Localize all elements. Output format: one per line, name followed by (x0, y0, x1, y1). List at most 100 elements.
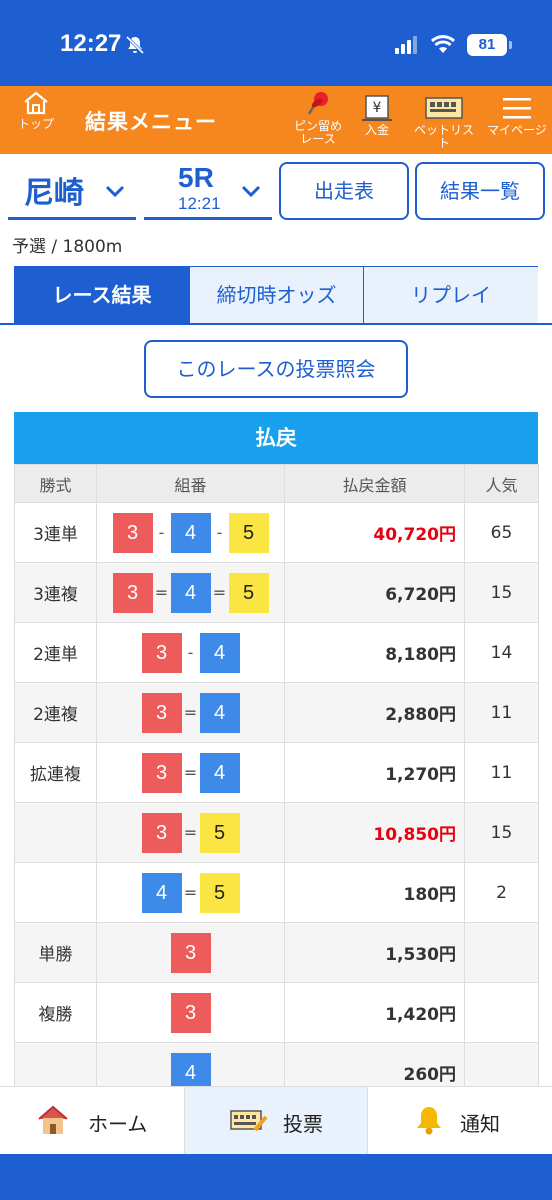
popularity: 11 (464, 742, 539, 803)
race-selector[interactable]: 5R 12:21 (144, 162, 272, 220)
boat-number-badge: 4 (199, 752, 240, 793)
column-header: 勝式 (14, 464, 97, 503)
mypage-label: マイページ (487, 123, 547, 137)
boat-number-badge: 3 (141, 752, 182, 793)
bet-type: 2連単 (14, 622, 97, 683)
combination: 3 = 4 (96, 742, 285, 803)
tab-race-result[interactable]: レース結果 (15, 267, 189, 324)
nav-vote[interactable]: 投票 (184, 1087, 368, 1155)
boat-number-badge: 3 (170, 932, 211, 973)
boat-number-badge: 3 (141, 812, 182, 853)
payout-title: 払戻 (14, 412, 538, 464)
popularity: 2 (464, 862, 539, 923)
popularity: 14 (464, 622, 539, 683)
boat-number-badge: 4 (199, 692, 240, 733)
column-header: 人気 (464, 464, 539, 503)
bottom-nav: ホーム 投票 通知 (0, 1086, 552, 1155)
nav-notify-label: 通知 (460, 1112, 500, 1136)
betlist-button[interactable]: ベットリスト (410, 94, 478, 150)
payout-amount: 1,420円 (284, 982, 465, 1043)
bet-type: 2連複 (14, 682, 97, 743)
payout-amount: 1,530円 (284, 922, 465, 983)
deposit-button[interactable]: ¥ 入金 (358, 94, 396, 137)
table-row: 単勝 3 1,530円 (14, 922, 539, 983)
betlist-label: ベットリスト (413, 123, 474, 150)
combination: 3 = 5 (96, 802, 285, 863)
house-icon (38, 1105, 68, 1134)
tab-replay[interactable]: リプレイ (364, 267, 538, 324)
tab-closing-odds[interactable]: 締切時オッズ (190, 267, 363, 324)
mypage-button[interactable]: マイページ (486, 94, 548, 137)
bet-type (14, 862, 97, 923)
top-button[interactable]: トップ (14, 90, 58, 131)
vote-query-button[interactable]: このレースの投票照会 (144, 340, 408, 398)
popularity: 65 (464, 502, 539, 563)
nav-vote-label: 投票 (283, 1112, 323, 1136)
nav-home-label: ホーム (88, 1112, 148, 1136)
table-row: 2連複 3 = 4 2,880円 11 (14, 682, 539, 743)
popularity: 15 (464, 802, 539, 863)
race-info: 予選 / 1800m (12, 237, 123, 257)
bottom-bar (0, 1154, 552, 1200)
deposit-label: 入金 (364, 123, 389, 137)
bet-type: 3連複 (14, 562, 97, 623)
payout-amount: 40,720円 (284, 502, 465, 563)
popularity (464, 922, 539, 983)
column-header: 組番 (96, 464, 285, 503)
bet-type: 単勝 (14, 922, 97, 983)
home-icon (24, 91, 48, 115)
pin-race-button[interactable]: ピン留め レース (286, 90, 350, 146)
payout-amount: 6,720円 (284, 562, 465, 623)
table-row: 3 = 5 10,850円 15 (14, 802, 539, 863)
combination: 3 (96, 982, 285, 1043)
boat-number-badge: 4 (141, 872, 182, 913)
combination: 4 = 5 (96, 862, 285, 923)
venue-selector[interactable]: 尼崎 (8, 162, 136, 220)
combination: 3-4 (96, 622, 285, 683)
entries-button[interactable]: 出走表 (279, 162, 409, 220)
tabs-underline (0, 323, 552, 325)
boat-number-badge: 3 (112, 512, 153, 553)
combination-separator: = (183, 883, 198, 902)
payout-amount: 10,850円 (284, 802, 465, 863)
boat-number-badge: 4 (170, 572, 211, 613)
boat-number-badge: 5 (199, 872, 240, 913)
ticket-pen-icon (230, 1110, 268, 1132)
boat-number-badge: 3 (141, 692, 182, 733)
table-row: 複勝 3 1,420円 (14, 982, 539, 1043)
status-time: 12:27 (60, 30, 122, 57)
chevron-down-icon (241, 185, 261, 198)
top-label: トップ (17, 117, 54, 131)
combination-separator: = (154, 583, 169, 602)
combination-separator: - (187, 643, 194, 662)
hamburger-menu-icon (503, 98, 531, 119)
combination: 3 = 4 = 5 (96, 562, 285, 623)
header-title: 結果メニュー (85, 110, 217, 134)
combination: 3 = 4 (96, 682, 285, 743)
table-row: 4 = 5 180円 2 (14, 862, 539, 923)
payout-amount: 8,180円 (284, 622, 465, 683)
popularity (464, 982, 539, 1043)
svg-text:¥: ¥ (373, 100, 382, 116)
pushpin-icon (307, 92, 328, 115)
popularity: 15 (464, 562, 539, 623)
payout-rows: 3連単 3-4-5 40,720円 65 3連複 3 = 4 = 5 6,720円 15 2連単 3-4 8… (14, 502, 539, 1103)
combination: 3 (96, 922, 285, 983)
bet-type (14, 802, 97, 863)
table-row: 2連単 3-4 8,180円 14 (14, 622, 539, 683)
combination-separator: - (216, 523, 223, 542)
combination-separator: = (183, 823, 198, 842)
combination: 3-4-5 (96, 502, 285, 563)
cell-signal-icon (395, 36, 417, 54)
nav-notify[interactable]: 通知 (368, 1087, 552, 1155)
boat-number-badge: 3 (112, 572, 153, 613)
boat-number-badge: 5 (228, 512, 269, 553)
app-header: トップ 結果メニュー ピン留め レース ¥ 入金 ベットリスト マイページ (0, 86, 552, 154)
pin-label-line2: レース (300, 132, 336, 146)
payout-amount: 180円 (284, 862, 465, 923)
combination-separator: - (158, 523, 165, 542)
bell-off-icon (125, 35, 145, 55)
results-list-button[interactable]: 結果一覧 (415, 162, 545, 220)
boat-number-badge: 5 (228, 572, 269, 613)
nav-home[interactable]: ホーム (0, 1087, 184, 1155)
